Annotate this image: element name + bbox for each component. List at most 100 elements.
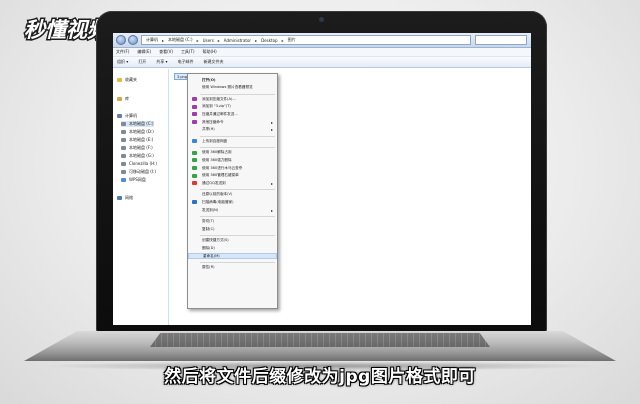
menu-file[interactable]: 文件(F) <box>116 49 129 55</box>
address-bar-area: 计算机 ▸ 本地磁盘 (C:) ▸ Users ▸ Administrator ▸ De… <box>113 33 531 48</box>
submenu-arrow-icon: ▸ <box>270 207 273 213</box>
menu-edit[interactable]: 编辑(E) <box>137 49 151 55</box>
context-menu-item[interactable]: 发送到(N) ▸ <box>188 207 277 213</box>
context-menu-item[interactable]: 使用 360强力删除 <box>188 157 277 163</box>
breadcrumb-pictures[interactable]: 图片 <box>288 37 296 43</box>
context-menu-item[interactable]: 创建快捷方式(S) <box>188 238 277 244</box>
context-menu-item[interactable]: 剪切(T) <box>188 219 277 225</box>
context-menu-item[interactable]: 压缩并通过邮件发送... <box>188 111 277 117</box>
submenu-arrow-icon: ▸ <box>270 119 273 125</box>
computer-icon <box>117 114 122 118</box>
menu-item-icon <box>192 104 197 109</box>
sidebar-item-drive-h[interactable]: Clonezilla (H:) <box>121 161 157 166</box>
context-menu-item-label: 使用 360管理右键菜单 <box>202 173 239 178</box>
webcam <box>319 17 324 22</box>
menu-separator <box>200 262 275 264</box>
menu-separator <box>200 235 275 237</box>
menu-item-icon <box>192 173 197 178</box>
context-menu-item[interactable]: 还原以前的版本(V) <box>188 192 277 198</box>
network-icon <box>117 196 122 200</box>
share-button[interactable]: 共享 ▾ <box>156 59 167 65</box>
context-menu-item-label: 扫描病毒(电脑管家) <box>202 199 234 204</box>
forward-button-icon[interactable] <box>128 35 138 45</box>
sidebar-item-drive-c[interactable]: 本地磁盘 (C:) <box>121 121 154 127</box>
context-menu-item[interactable]: 复制(C) <box>188 226 277 232</box>
navigation-pane: 收藏夹 库 计算机 本地磁盘 (C:) 本地磁盘 (D:) 本地磁盘 (E:) <box>113 69 169 325</box>
context-menu-item-label: 打开(O) <box>202 77 216 82</box>
context-menu-item-label: 共享(H) <box>202 127 215 132</box>
menu-help[interactable]: 帮助(H) <box>203 49 217 55</box>
context-menu-item-label: 使用 360解除占用 <box>202 150 232 155</box>
context-menu-item[interactable]: 属性(R) <box>188 265 277 271</box>
breadcrumb-c-drive[interactable]: 本地磁盘 (C:) <box>168 37 193 43</box>
menu-item-icon <box>192 158 197 163</box>
usb-icon <box>121 170 126 174</box>
open-button[interactable]: 打开 <box>138 59 146 65</box>
context-menu-item-label: 使用 360进行木马云查杀 <box>202 165 243 170</box>
context-menu-item-label: 还原以前的版本(V) <box>202 192 233 197</box>
sidebar-item-libraries[interactable]: 库 <box>117 96 129 102</box>
breadcrumb-users[interactable]: Users <box>203 38 214 43</box>
context-menu-item-label: 压缩并通过邮件发送... <box>202 111 238 116</box>
context-menu-item[interactable]: 重命名(M) <box>188 253 277 259</box>
menu-item-icon <box>192 120 197 124</box>
context-menu-item[interactable]: 使用 360进行木马云查杀 <box>188 165 277 171</box>
sidebar-item-favorites[interactable]: 收藏夹 <box>117 77 137 83</box>
menu-separator <box>200 147 275 149</box>
back-button-icon[interactable] <box>116 35 126 45</box>
context-menu-item[interactable]: 使用 Windows 照片查看器预览 <box>188 85 277 91</box>
submenu-arrow-icon: ▸ <box>270 127 273 133</box>
menu-separator <box>200 135 275 137</box>
organize-button[interactable]: 组织 ▾ <box>117 59 128 65</box>
video-subtitle: 然后将文件后缀修改为jpg图片格式即可 <box>164 367 476 387</box>
context-menu-item[interactable]: 通过QQ发送到 ▸ <box>188 180 277 186</box>
context-menu-item[interactable]: 使用 360管理右键菜单 <box>188 173 277 179</box>
breadcrumb-computer[interactable]: 计算机 <box>146 37 158 43</box>
menu-item-icon <box>192 112 197 117</box>
context-menu-item-label: 使用 Windows 照片查看器预览 <box>202 85 253 90</box>
sidebar-item-drive-i[interactable]: 可移动磁盘 (I:) <box>121 169 156 175</box>
menu-item-icon <box>192 150 197 155</box>
laptop-lid: 计算机 ▸ 本地磁盘 (C:) ▸ Users ▸ Administrator ▸ De… <box>96 11 547 333</box>
context-menu-item[interactable]: 添加到 "3.zip"(T) <box>188 104 277 110</box>
sidebar-item-drive-e[interactable]: 本地磁盘 (E:) <box>121 137 153 143</box>
context-menu-item-label: 通过QQ发送到 <box>202 180 226 185</box>
submenu-arrow-icon: ▸ <box>270 180 273 186</box>
breadcrumb-administrator[interactable]: Administrator <box>224 38 251 43</box>
context-menu-item-label: 重命名(M) <box>203 253 220 258</box>
context-menu-item-label: 复制(C) <box>202 226 215 231</box>
menu-item-icon <box>192 139 197 144</box>
star-icon <box>117 78 122 82</box>
context-menu-item[interactable]: 共享(H) ▸ <box>188 127 277 133</box>
sidebar-item-drive-f[interactable]: 本地磁盘 (F:) <box>121 145 153 151</box>
sidebar-item-computer[interactable]: 计算机 <box>117 113 137 119</box>
context-menu-item[interactable]: 上传到百度网盘 <box>188 138 277 144</box>
menu-separator <box>200 216 275 218</box>
sidebar-item-wps-cloud[interactable]: WPS网盘 <box>121 177 146 183</box>
search-input[interactable] <box>475 35 527 45</box>
new-folder-button[interactable]: 新建文件夹 <box>204 59 224 65</box>
breadcrumb-desktop[interactable]: Desktop <box>261 38 278 43</box>
context-menu-item[interactable]: 打开(O) <box>188 77 277 83</box>
context-menu-item[interactable]: 使用 360解除占用 <box>188 150 277 156</box>
context-menu-item[interactable]: 删除(D) <box>188 245 277 251</box>
sidebar-item-drive-g[interactable]: 本地磁盘 (G:) <box>121 153 154 159</box>
context-menu-item-label: 添加到压缩文件(A)... <box>202 96 236 101</box>
sidebar-item-drive-d[interactable]: 本地磁盘 (D:) <box>121 129 154 135</box>
address-bar[interactable]: 计算机 ▸ 本地磁盘 (C:) ▸ Users ▸ Administrator ▸ De… <box>141 35 471 45</box>
drive-icon <box>121 130 126 134</box>
context-menu-item[interactable]: 扫描病毒(电脑管家) <box>188 199 277 205</box>
menu-item-icon <box>192 166 197 170</box>
sidebar-item-network[interactable]: 网络 <box>117 195 133 201</box>
drive-icon <box>121 161 126 166</box>
context-menu-item[interactable]: 添加到压缩文件(A)... <box>188 96 277 102</box>
menu-bar: 文件(F) 编辑(E) 查看(V) 工具(T) 帮助(H) <box>113 48 531 57</box>
context-menu-item[interactable]: 其他压缩命令 ▸ <box>188 119 277 125</box>
menu-tools[interactable]: 工具(T) <box>181 49 195 55</box>
context-menu-item-label: 发送到(N) <box>202 207 219 212</box>
email-button[interactable]: 电子邮件 <box>178 59 194 65</box>
context-menu-item-label: 删除(D) <box>202 245 215 250</box>
laptop-screen: 计算机 ▸ 本地磁盘 (C:) ▸ Users ▸ Administrator ▸ De… <box>113 33 531 325</box>
cloud-icon <box>121 178 126 182</box>
menu-view[interactable]: 查看(V) <box>159 49 173 55</box>
